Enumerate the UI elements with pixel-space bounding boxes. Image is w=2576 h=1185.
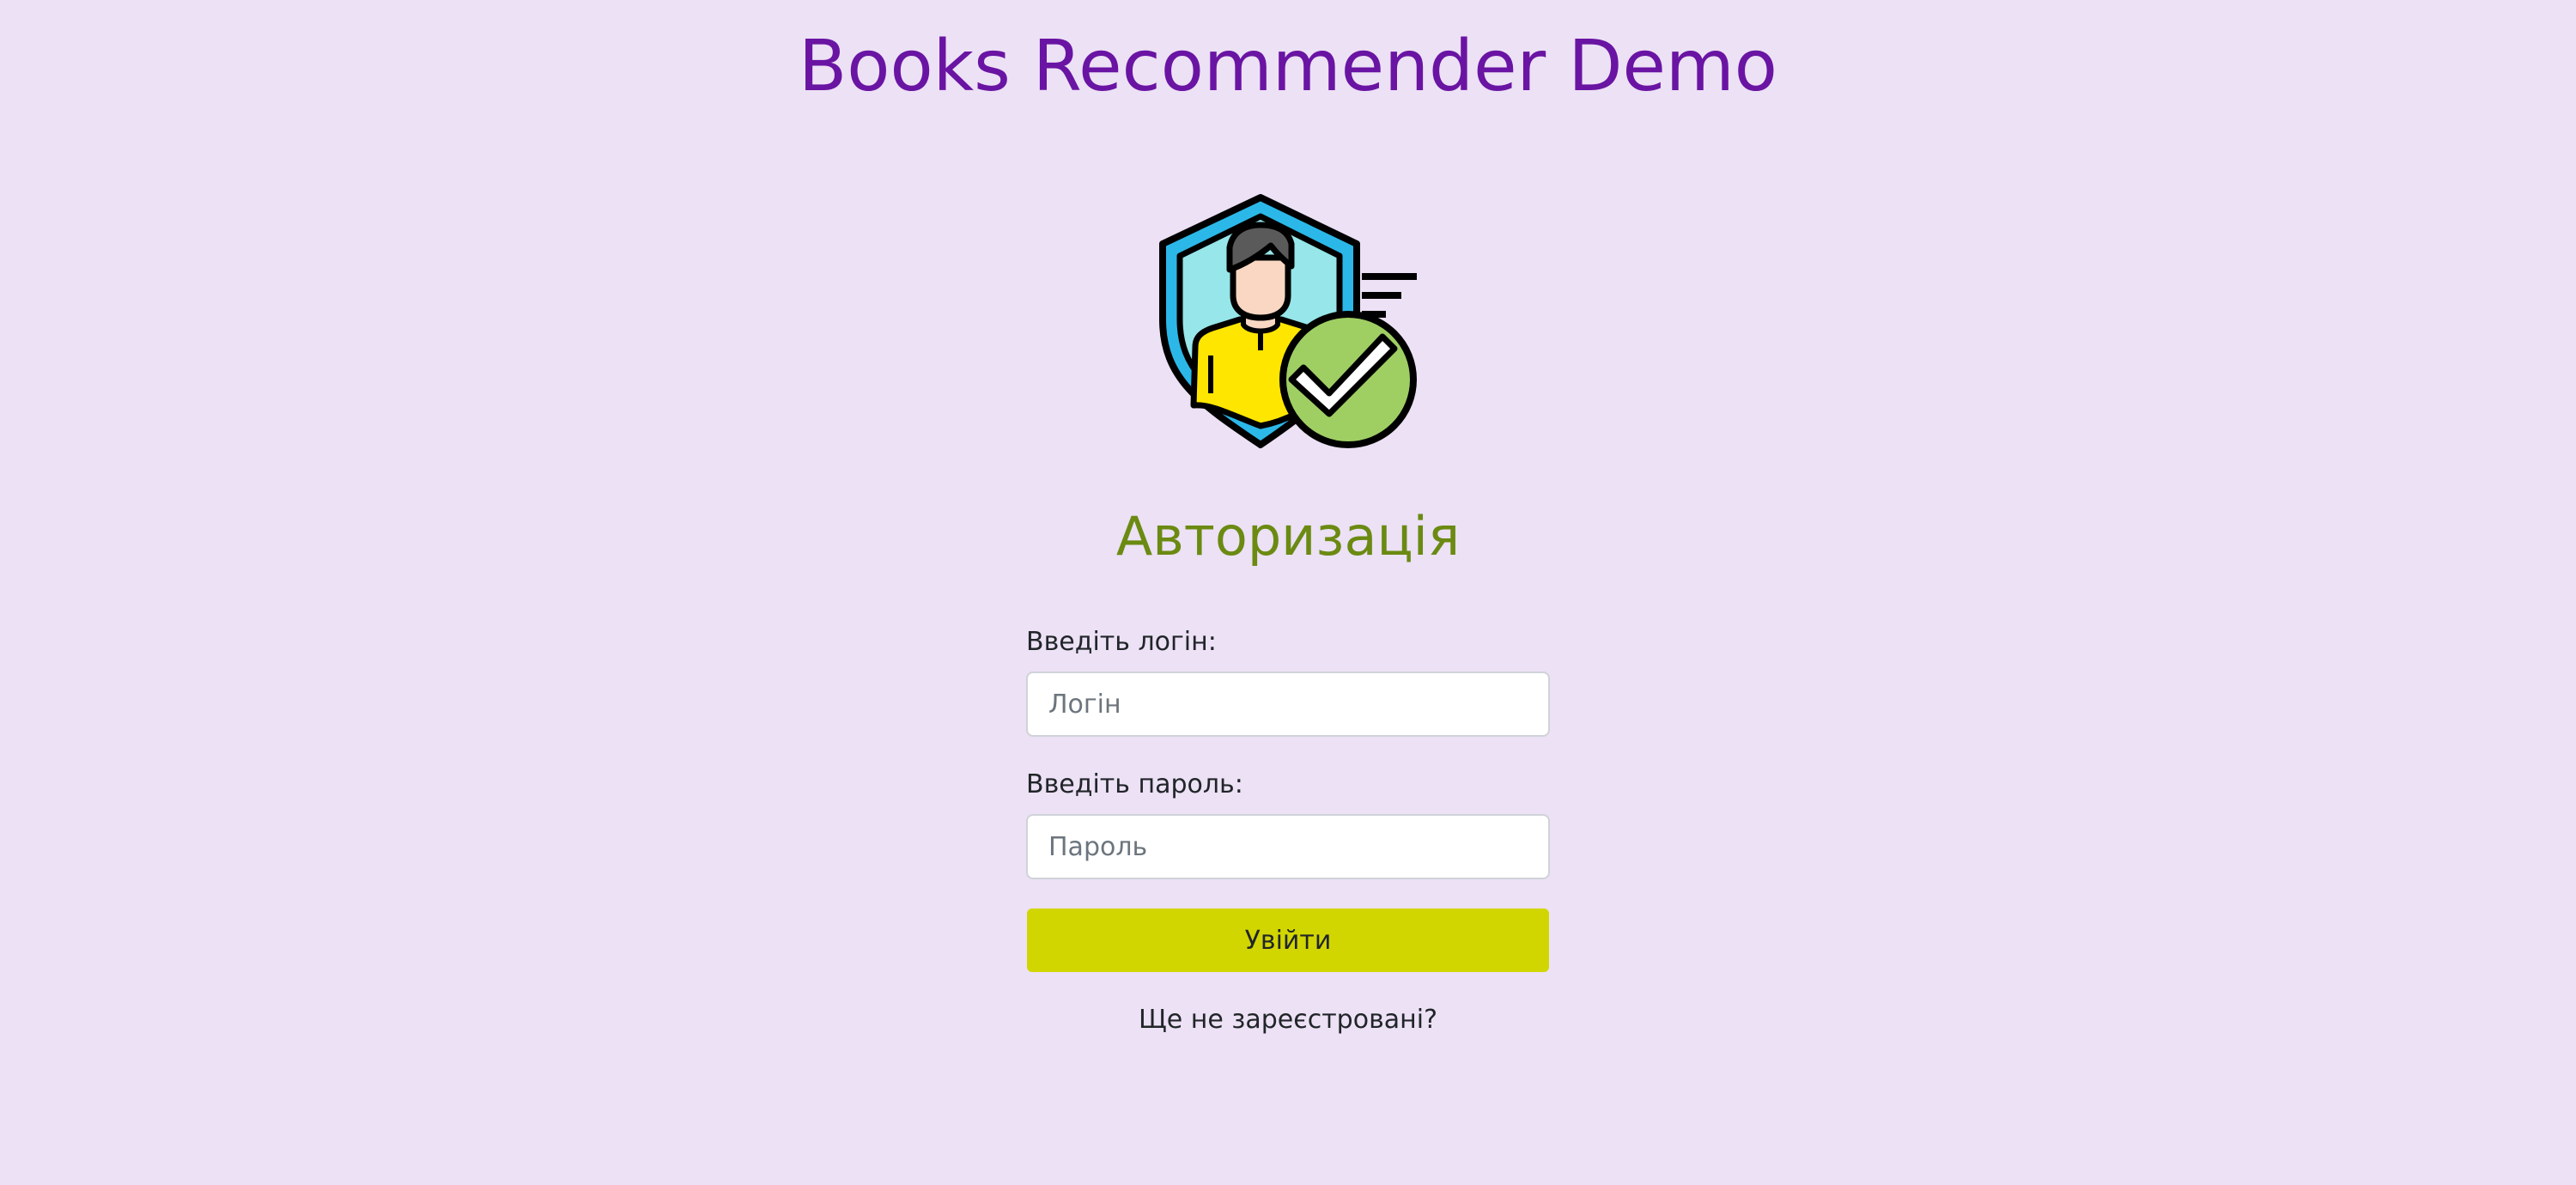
password-input[interactable] [1026,814,1550,879]
login-button[interactable]: Увійти [1027,908,1549,972]
login-input[interactable] [1026,672,1550,737]
user-shield-check-icon [1159,194,1417,448]
login-form: Введіть логін: Введіть пароль: Увійти Ще… [1026,623,1550,1039]
register-link[interactable]: Ще не зареєстровані? [1026,1001,1550,1039]
app-title: Books Recommender Demo [799,26,1777,107]
password-label: Введіть пароль: [1026,769,1243,799]
form-heading: Авторизація [1115,505,1461,568]
login-label: Введіть логін: [1026,627,1217,657]
